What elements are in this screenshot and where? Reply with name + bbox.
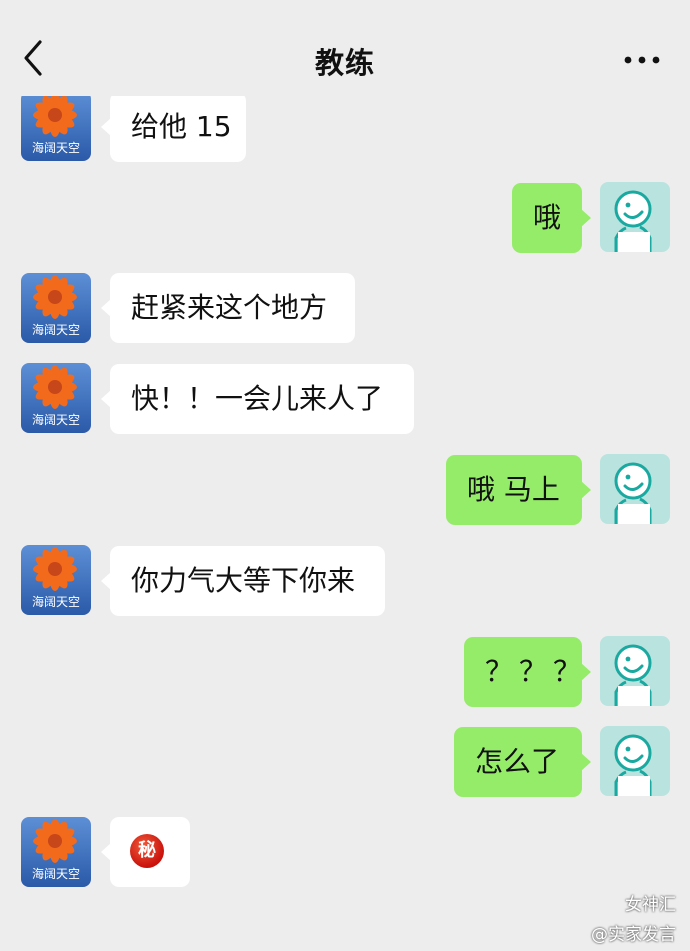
avatar-label: 海阔天空 xyxy=(32,412,80,427)
message-bubble-outgoing[interactable]: 怎么了 xyxy=(454,727,591,797)
watermark-line1: 女神汇 xyxy=(625,895,676,915)
message-bubble-incoming[interactable]: 赶紧来这个地方 xyxy=(101,273,355,343)
avatar-label: 海阔天空 xyxy=(32,866,80,881)
message-bubble-incoming[interactable]: 你力气大等下你来 xyxy=(101,546,385,616)
more-horizontal-icon xyxy=(624,56,660,64)
secret-badge-icon[interactable]: 秘 xyxy=(130,834,164,868)
contact-avatar[interactable]: 海阔天空 xyxy=(21,363,91,433)
chat-header: 教练 xyxy=(0,0,690,96)
avatar-label: 海阔天空 xyxy=(32,322,80,337)
self-avatar[interactable] xyxy=(600,636,670,706)
avatar-label: 海阔天空 xyxy=(32,140,80,155)
self-avatar[interactable] xyxy=(600,726,670,796)
contact-avatar[interactable]: 海阔天空 xyxy=(21,273,91,343)
message-bubble-outgoing[interactable]: ？？？ xyxy=(464,637,591,707)
chat-screen: 教练 海阔天空 给他 15 哦 海阔天空 赶紧来这个地方 海阔天空 快！！一会儿… xyxy=(0,0,690,951)
watermark-line2: @实家发言 xyxy=(591,925,676,945)
chat-title: 教练 xyxy=(314,46,375,80)
contact-avatar[interactable]: 海阔天空 xyxy=(21,545,91,615)
message-bubble-outgoing[interactable]: 哦 马上 xyxy=(446,455,591,525)
self-avatar[interactable] xyxy=(600,454,670,524)
more-options-button[interactable] xyxy=(622,50,662,70)
message-bubble-incoming[interactable]: 给他 15 xyxy=(101,92,246,162)
self-avatar[interactable] xyxy=(600,182,670,252)
message-bubble-incoming[interactable]: 快！！一会儿来人了 xyxy=(101,364,414,434)
avatar-label: 海阔天空 xyxy=(32,594,80,609)
contact-avatar[interactable]: 海阔天空 xyxy=(21,91,91,161)
message-bubble-outgoing[interactable]: 哦 xyxy=(512,183,591,253)
contact-avatar[interactable]: 海阔天空 xyxy=(21,817,91,887)
